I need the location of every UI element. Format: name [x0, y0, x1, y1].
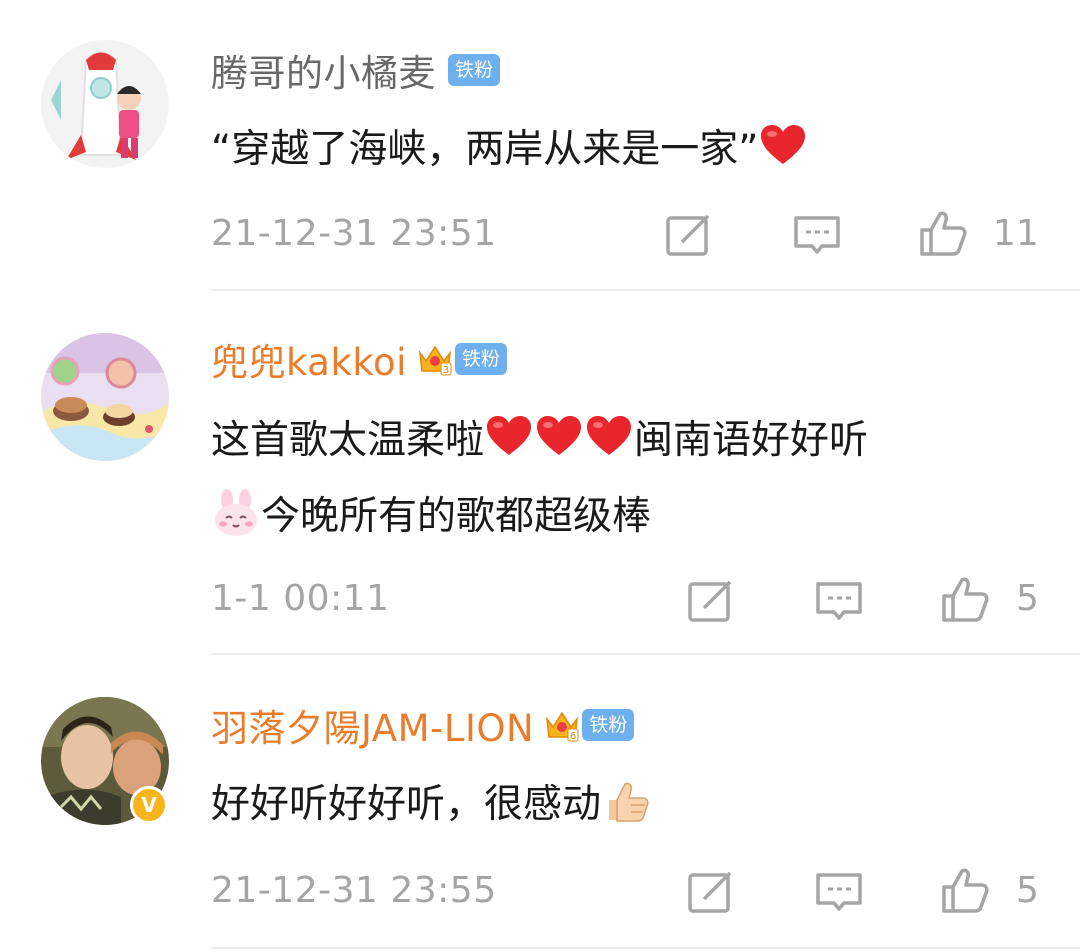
comment-text-content: “穿越了海峡，两岸从来是一家” [211, 127, 759, 172]
verified-badge-icon: V [130, 786, 168, 824]
forward-icon[interactable] [686, 867, 736, 917]
comment-item: 兜兜kakkoi 3 铁粉 这首歌太温柔啦 闽南语好好听 今晚所有的歌都超级棒 … [0, 291, 1080, 655]
comment-header: 羽落夕陽JAM-LION 6 铁粉 [211, 698, 635, 752]
heart-emoji [761, 125, 806, 164]
timestamp: 1-1 00:11 [211, 578, 390, 619]
like-count: 5 [1016, 870, 1039, 911]
reply-icon[interactable] [814, 867, 864, 917]
like-count: 5 [1016, 578, 1039, 619]
thumbs-up-emoji [609, 782, 649, 822]
comment-item: 腾哥的小橘麦 铁粉 “穿越了海峡，两岸从来是一家” 21-12-31 23:51… [0, 0, 1080, 291]
forward-icon[interactable] [664, 210, 714, 260]
avatar[interactable] [41, 333, 169, 461]
like-icon[interactable] [918, 208, 968, 258]
crown-level: 6 [570, 731, 576, 742]
fan-badge: 铁粉 [582, 709, 635, 741]
crown-icon: 6 [546, 711, 579, 742]
username[interactable]: 腾哥的小橘麦 [211, 43, 436, 97]
like-count: 11 [993, 213, 1039, 254]
forward-icon[interactable] [686, 576, 736, 626]
comment-text-line-2: 今晚所有的歌都超级棒 [211, 485, 651, 541]
fan-badge: 铁粉 [448, 54, 501, 86]
timestamp: 21-12-31 23:55 [211, 870, 497, 911]
comment-text-line-1: 这首歌太温柔啦 闽南语好好听 [211, 409, 868, 465]
crown-level: 3 [443, 365, 449, 376]
like-icon[interactable] [940, 574, 990, 624]
comment-text-content: 这首歌太温柔啦 [211, 418, 485, 463]
crown-icon: 3 [418, 345, 452, 376]
divider [211, 947, 1080, 949]
timestamp: 21-12-31 23:51 [211, 213, 497, 254]
username[interactable]: 兜兜kakkoi [211, 332, 407, 386]
username[interactable]: 羽落夕陽JAM-LION [211, 698, 534, 752]
heart-emoji [587, 416, 632, 455]
like-icon[interactable] [940, 865, 990, 915]
reply-icon[interactable] [792, 210, 842, 260]
comment-text: 好好听好好听，很感动 [211, 773, 651, 829]
comment-text-content: 今晚所有的歌都超级棒 [261, 494, 652, 539]
bunny-emoji [215, 489, 257, 536]
reply-icon[interactable] [814, 576, 864, 626]
avatar[interactable] [41, 40, 169, 168]
comment-item: V 羽落夕陽JAM-LION 6 铁粉 好好听好好听，很感动 21-12-31 … [0, 655, 1080, 951]
comment-header: 腾哥的小橘麦 铁粉 [211, 43, 501, 97]
fan-badge: 铁粉 [454, 343, 507, 375]
comment-header: 兜兜kakkoi 3 铁粉 [211, 332, 507, 386]
comment-text-content: 好好听好好听，很感动 [211, 782, 602, 827]
heart-emoji [537, 416, 582, 455]
comment-text-content: 闽南语好好听 [634, 418, 869, 463]
comment-text: “穿越了海峡，两岸从来是一家” [211, 118, 808, 174]
heart-emoji [487, 416, 532, 455]
